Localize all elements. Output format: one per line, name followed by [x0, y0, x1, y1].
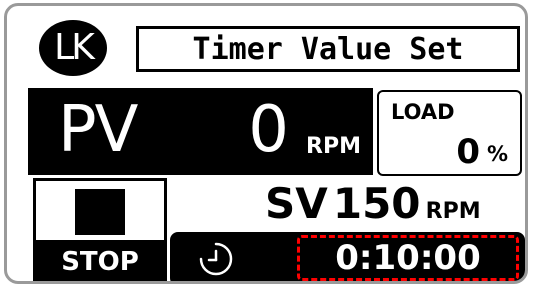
sv-display: SV 150 RPM — [265, 176, 525, 232]
load-label: LOAD — [391, 100, 455, 124]
stop-button-label: STOP — [36, 240, 164, 281]
load-value: 0 — [456, 132, 480, 172]
pv-label: PV — [58, 93, 138, 167]
timer-display: 0:10:00 — [170, 232, 525, 281]
page-title-text: Timer Value Set — [192, 31, 464, 67]
sv-unit: RPM — [425, 199, 481, 224]
pv-value: 0 — [248, 93, 289, 167]
pv-display: PV 0 RPM — [28, 88, 373, 175]
clock-icon — [199, 242, 233, 276]
sv-value: 150 — [332, 179, 421, 228]
device-panel: LK Timer Value Set PV 0 RPM LOAD 0 % STO… — [4, 3, 528, 284]
stop-button[interactable]: STOP — [33, 178, 167, 281]
timer-value-field[interactable]: 0:10:00 — [297, 235, 519, 281]
load-unit: % — [486, 142, 508, 166]
load-display: LOAD 0 % — [377, 90, 522, 176]
sv-label: SV — [265, 179, 328, 228]
timer-value: 0:10:00 — [335, 238, 481, 278]
stop-square-icon — [75, 189, 125, 235]
page-title: Timer Value Set — [136, 26, 520, 72]
brand-logo: LK — [39, 20, 107, 76]
pv-unit: RPM — [306, 134, 361, 159]
